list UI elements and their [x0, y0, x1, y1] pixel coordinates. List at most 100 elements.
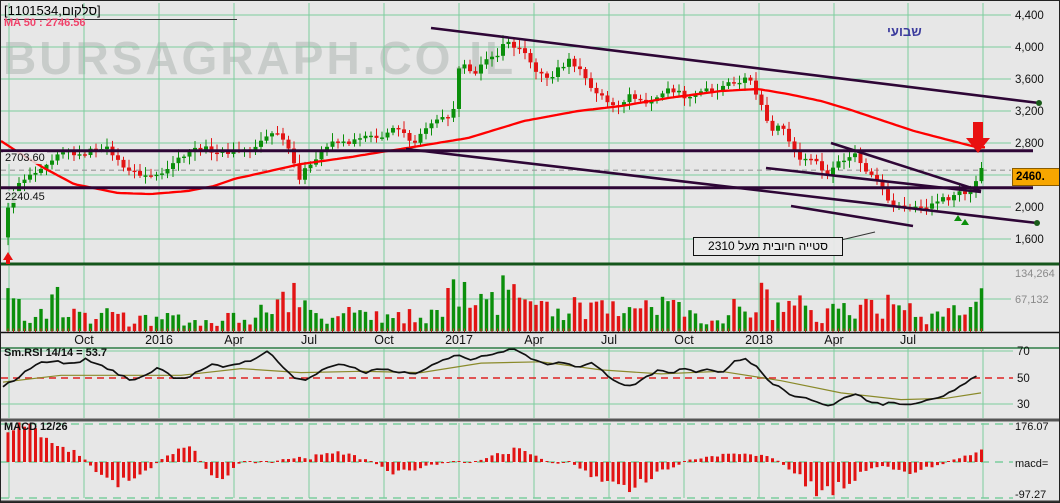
macd-histogram-bar	[573, 462, 576, 465]
macd-histogram-bar	[320, 454, 323, 462]
macd-histogram-bar	[914, 462, 917, 473]
volume-bar	[578, 302, 582, 331]
volume-bar	[737, 306, 742, 331]
down-arrow-marker	[966, 122, 990, 153]
macd-histogram-bar	[391, 462, 395, 475]
volume-bar	[105, 308, 109, 331]
candlestick	[935, 201, 940, 204]
macd-histogram-bar	[232, 462, 235, 468]
candlestick	[451, 108, 456, 118]
macd-histogram-bar	[512, 447, 516, 462]
volume-axis-label: 134,264	[1015, 268, 1055, 280]
volume-bar	[490, 292, 494, 331]
candlestick	[627, 94, 632, 103]
candlestick	[550, 76, 555, 79]
macd-histogram-bar	[298, 456, 301, 462]
macd-histogram-bar	[776, 460, 780, 462]
x-axis-label: Oct	[674, 333, 694, 347]
candlestick	[963, 191, 967, 195]
volume-bar	[506, 289, 511, 331]
candlestick	[358, 138, 362, 140]
macd-histogram-bar	[254, 462, 257, 464]
candlestick	[270, 133, 274, 137]
macd-histogram-bar	[336, 451, 340, 462]
volume-bar	[264, 312, 269, 331]
macd-histogram-bar	[749, 454, 752, 462]
candlestick	[864, 163, 868, 172]
volume-axis-label: 67,132	[1015, 294, 1049, 306]
candlestick	[919, 206, 923, 208]
candlestick	[171, 163, 175, 169]
macd-histogram-bar	[287, 459, 290, 462]
volume-bar	[869, 299, 874, 331]
macd-histogram-bar	[980, 449, 983, 462]
price-axis-label: 3,200	[1015, 106, 1044, 118]
support-level-label: 2240.45	[3, 191, 47, 203]
x-axis-label: Oct	[374, 333, 394, 347]
volume-bar	[286, 312, 291, 331]
candlestick	[572, 58, 577, 67]
macd-histogram-bar	[138, 462, 142, 475]
candlestick	[341, 141, 346, 143]
volume-bar	[897, 305, 901, 331]
macd-histogram-bar	[105, 462, 109, 478]
macd-histogram-bar	[705, 456, 708, 462]
macd-histogram-bar	[507, 453, 510, 462]
macd-histogram-bar	[270, 462, 274, 463]
volume-bar	[347, 306, 351, 331]
buy-mark-icon	[961, 219, 969, 225]
candlestick	[517, 47, 522, 50]
macd-histogram-bar	[545, 461, 549, 462]
macd-histogram-bar	[655, 462, 659, 472]
macd-histogram-bar	[837, 462, 840, 482]
macd-axis-label: 176.07	[1015, 421, 1049, 433]
macd-histogram-bar	[699, 458, 703, 462]
volume-bar	[457, 306, 461, 331]
candlestick	[446, 117, 450, 119]
candlestick	[589, 78, 593, 88]
volume-bar	[891, 304, 896, 331]
macd-histogram-bar	[171, 454, 175, 462]
macd-histogram-bar	[606, 462, 609, 481]
candlestick	[495, 55, 500, 58]
volume-bar	[446, 288, 450, 331]
volume-bar	[363, 311, 368, 331]
candlestick	[275, 133, 280, 135]
macd-histogram-bar	[100, 462, 103, 475]
macd-histogram-bar	[193, 450, 197, 462]
volume-bar	[644, 300, 648, 331]
macd-histogram-bar	[963, 455, 967, 462]
volume-bar	[875, 313, 879, 331]
volume-bar	[512, 284, 516, 331]
macd-histogram-bar	[881, 462, 884, 467]
macd-histogram-bar	[958, 458, 961, 462]
macd-histogram-bar	[435, 462, 439, 465]
candlestick	[605, 95, 610, 103]
macd-histogram-bar	[941, 462, 945, 465]
candlestick	[820, 161, 824, 171]
macd-histogram-bar	[523, 451, 527, 462]
macd-histogram-bar	[683, 461, 686, 462]
price-axis-label: 2,800	[1015, 138, 1044, 150]
volume-bar	[935, 311, 940, 331]
candlestick	[770, 120, 775, 131]
volume-bar	[281, 291, 285, 331]
volume-bar	[39, 308, 43, 331]
candlestick	[336, 141, 340, 143]
candlestick	[347, 141, 351, 144]
volume-bar	[660, 296, 665, 331]
divergence-annotation: סטייה חיובית מעל 2310	[693, 237, 843, 256]
volume-bar	[974, 301, 978, 331]
macd-histogram-bar	[540, 458, 543, 462]
macd-histogram-bar	[61, 446, 65, 462]
macd-histogram-bar	[78, 455, 81, 462]
chart-canvas[interactable]: Oct 2016 Apr Jul Oct 2017 Apr Jul Oct 2018 Apr Jul 4…	[1, 1, 1060, 503]
macd-histogram-bar	[408, 462, 411, 471]
candlestick	[391, 127, 395, 133]
candlestick	[660, 93, 665, 98]
macd-histogram-bar	[375, 462, 378, 465]
volume-bar	[787, 300, 791, 331]
macd-histogram-bar	[820, 462, 824, 491]
candlestick	[286, 139, 291, 149]
candlestick	[6, 207, 10, 238]
